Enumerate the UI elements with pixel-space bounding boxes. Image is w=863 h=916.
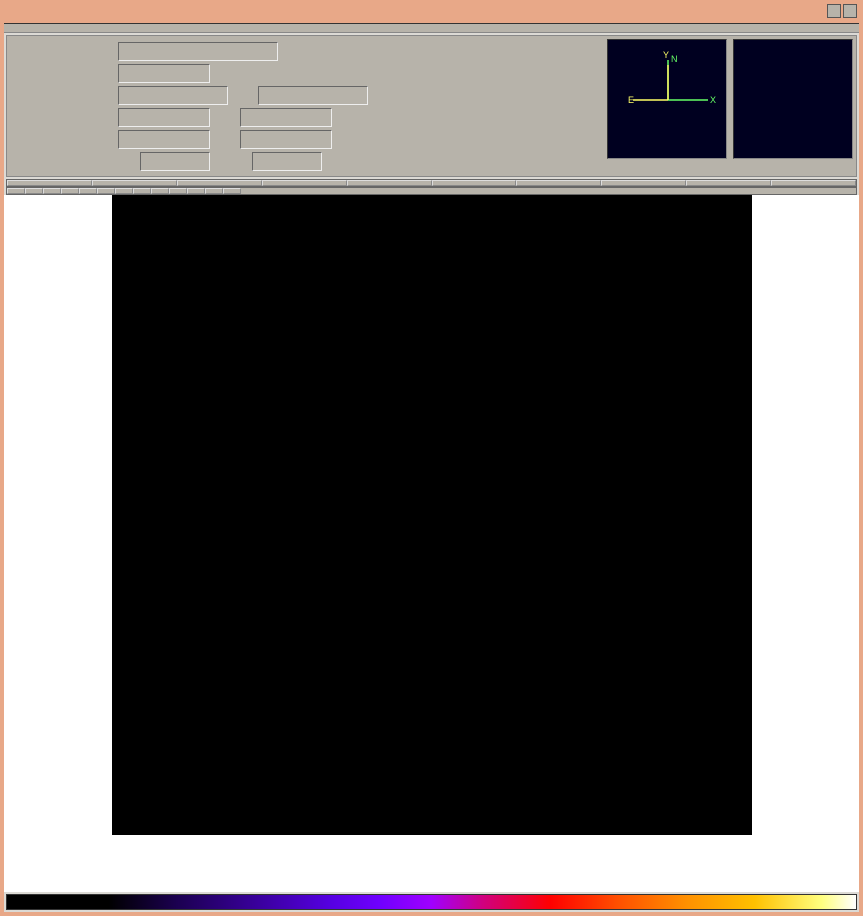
menu-bar bbox=[4, 24, 859, 33]
btn-scale[interactable] bbox=[516, 180, 601, 186]
btn-frame[interactable] bbox=[262, 180, 347, 186]
btn-98[interactable] bbox=[151, 188, 169, 194]
file-value bbox=[118, 42, 278, 61]
btn-histequ[interactable] bbox=[79, 188, 97, 194]
btn-wcs[interactable] bbox=[771, 180, 856, 186]
button-bar-scale bbox=[6, 187, 857, 195]
dec-value bbox=[258, 86, 368, 105]
btn-view[interactable] bbox=[177, 180, 262, 186]
maximize-button[interactable] bbox=[843, 4, 857, 18]
btn-99[interactable] bbox=[133, 188, 151, 194]
physical-x bbox=[118, 108, 210, 127]
ang-value bbox=[252, 152, 322, 171]
pixel-value bbox=[118, 64, 210, 83]
btn-color[interactable] bbox=[601, 180, 686, 186]
btn-user[interactable] bbox=[223, 188, 241, 194]
btn-minmax[interactable] bbox=[97, 188, 115, 194]
ra-value bbox=[118, 86, 228, 105]
zoom-value bbox=[140, 152, 210, 171]
title-bar bbox=[4, 4, 859, 24]
btn-zoom[interactable] bbox=[432, 180, 517, 186]
btn-90[interactable] bbox=[187, 188, 205, 194]
button-bar-main bbox=[6, 179, 857, 187]
btn-log[interactable] bbox=[25, 188, 43, 194]
image-display-area[interactable] bbox=[4, 195, 859, 892]
physical-y bbox=[240, 108, 332, 127]
btn-sqrt[interactable] bbox=[61, 188, 79, 194]
btn-995[interactable] bbox=[115, 188, 133, 194]
compass-x: X bbox=[710, 95, 716, 105]
image-y bbox=[240, 130, 332, 149]
info-panel: N E Y X bbox=[6, 35, 857, 177]
btn-squared[interactable] bbox=[43, 188, 61, 194]
image-x bbox=[118, 130, 210, 149]
btn-edit[interactable] bbox=[92, 180, 177, 186]
colorbar[interactable] bbox=[6, 894, 857, 910]
compass-n: N bbox=[671, 54, 678, 64]
fits-image-canvas[interactable] bbox=[112, 195, 752, 835]
btn-file[interactable] bbox=[7, 180, 92, 186]
minimize-button[interactable] bbox=[827, 4, 841, 18]
btn-linear[interactable] bbox=[7, 188, 25, 194]
btn-zscale[interactable] bbox=[205, 188, 223, 194]
panner-thumbnail[interactable]: N E Y X bbox=[607, 39, 727, 159]
btn-blank[interactable] bbox=[347, 180, 432, 186]
btn-region[interactable] bbox=[686, 180, 771, 186]
magnifier-thumbnail[interactable] bbox=[733, 39, 853, 159]
compass-y: Y bbox=[663, 50, 669, 60]
btn-95[interactable] bbox=[169, 188, 187, 194]
